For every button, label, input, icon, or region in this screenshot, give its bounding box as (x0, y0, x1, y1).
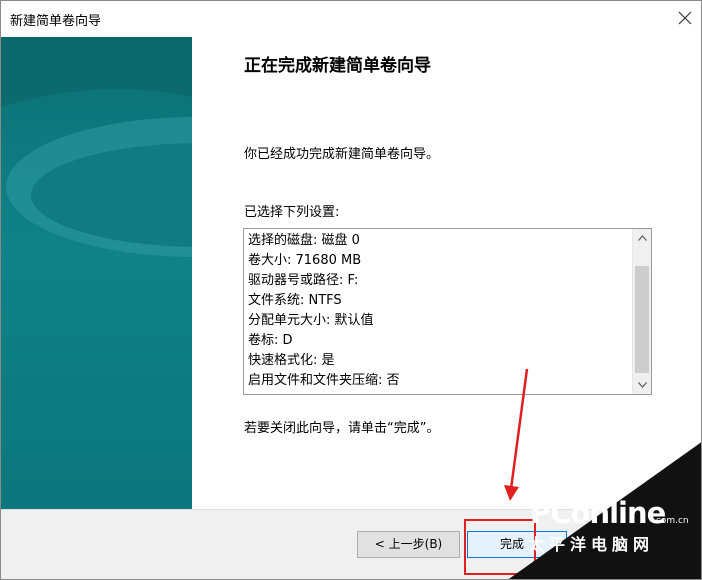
wizard-window: 新建简单卷向导 正在完成新建简单卷向导 你已经成功完成新建简单卷向导。 已选择下… (0, 0, 702, 580)
watermark-chinese: 太平洋电脑网 (528, 535, 655, 554)
watermark-logo: PConline (530, 496, 666, 530)
watermark-domain: .com.cn (653, 516, 689, 526)
watermark-background (508, 442, 701, 579)
